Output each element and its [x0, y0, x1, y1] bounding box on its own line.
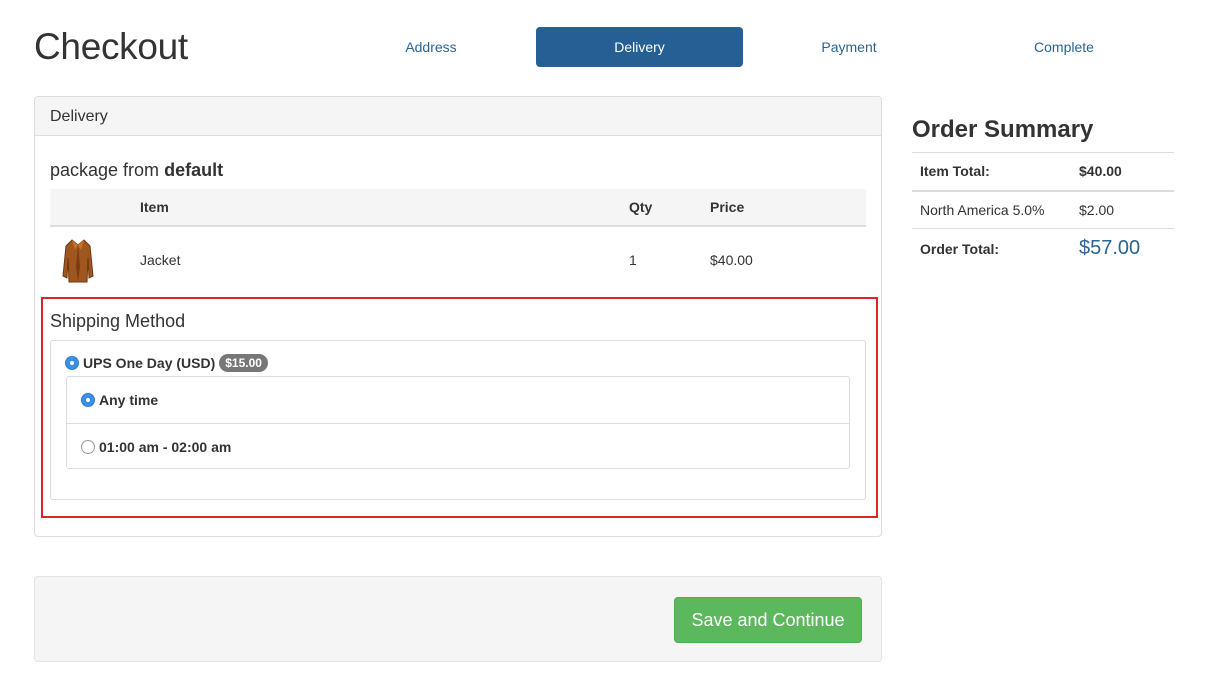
save-and-continue-button[interactable]: Save and Continue	[674, 597, 862, 643]
time-slot-any[interactable]: Any time	[67, 377, 849, 423]
shipping-method-title: Shipping Method	[50, 311, 186, 331]
product-image-cell	[50, 226, 140, 292]
header-item: Item	[140, 189, 629, 227]
checkout-actions: Save and Continue	[34, 576, 882, 662]
radio-checked-icon[interactable]	[65, 356, 79, 370]
jacket-image	[62, 238, 94, 282]
delivery-panel: Delivery package from default Item Qty P…	[34, 96, 882, 537]
delivery-time-slots: Any time 01:00 am - 02:00 am	[66, 376, 850, 469]
package-source: default	[164, 160, 224, 180]
time-slot-label: Any time	[99, 392, 159, 408]
items-table: Item Qty Price Jacket 1 $40.00	[50, 189, 866, 292]
order-summary-table: Item Total: $40.00 North America 5.0% $2…	[912, 152, 1174, 267]
page-title: Checkout	[34, 26, 188, 67]
item-total-label: Item Total:	[920, 163, 990, 180]
shipping-option-ups[interactable]: UPS One Day (USD) $15.00	[65, 354, 268, 372]
item-price: $40.00	[710, 251, 753, 268]
item-name: Jacket	[140, 251, 181, 268]
tax-label: North America 5.0%	[912, 190, 1079, 229]
radio-unchecked-icon[interactable]	[81, 439, 95, 454]
radio-checked-icon[interactable]	[81, 393, 95, 407]
step-address[interactable]: Address	[326, 27, 536, 67]
table-row: Jacket 1 $40.00	[50, 226, 866, 292]
time-slot-label: 01:00 am - 02:00 am	[99, 438, 232, 455]
shipping-method-box: UPS One Day (USD) $15.00 Any time 01:00 …	[50, 340, 866, 500]
items-table-header: Item Qty Price	[50, 189, 866, 227]
header-qty: Qty	[629, 189, 710, 227]
delivery-panel-heading: Delivery	[35, 97, 881, 136]
time-slot-1am[interactable]: 01:00 am - 02:00 am	[67, 423, 849, 469]
summary-row-order-total: Order Total: $57.00	[912, 228, 1174, 267]
summary-row-item-total: Item Total: $40.00	[912, 152, 1174, 192]
tax-value: $2.00	[1079, 190, 1174, 229]
step-delivery[interactable]: Delivery	[536, 27, 743, 67]
shipping-price-badge: $15.00	[219, 354, 268, 372]
step-complete[interactable]: Complete	[955, 27, 1173, 67]
item-total-value: $40.00	[1079, 163, 1122, 180]
header-price: Price	[710, 189, 866, 227]
package-title: package from default	[50, 160, 223, 181]
order-total-label: Order Total:	[920, 241, 1000, 257]
order-total-value: $57.00	[1079, 237, 1141, 259]
order-summary-title: Order Summary	[912, 116, 1094, 143]
package-prefix: package from	[50, 160, 160, 180]
item-qty: 1	[629, 251, 637, 268]
header-image	[50, 189, 140, 227]
step-payment[interactable]: Payment	[743, 27, 955, 67]
shipping-option-label: UPS One Day (USD)	[83, 355, 216, 371]
summary-row-tax: North America 5.0% $2.00	[912, 190, 1174, 229]
